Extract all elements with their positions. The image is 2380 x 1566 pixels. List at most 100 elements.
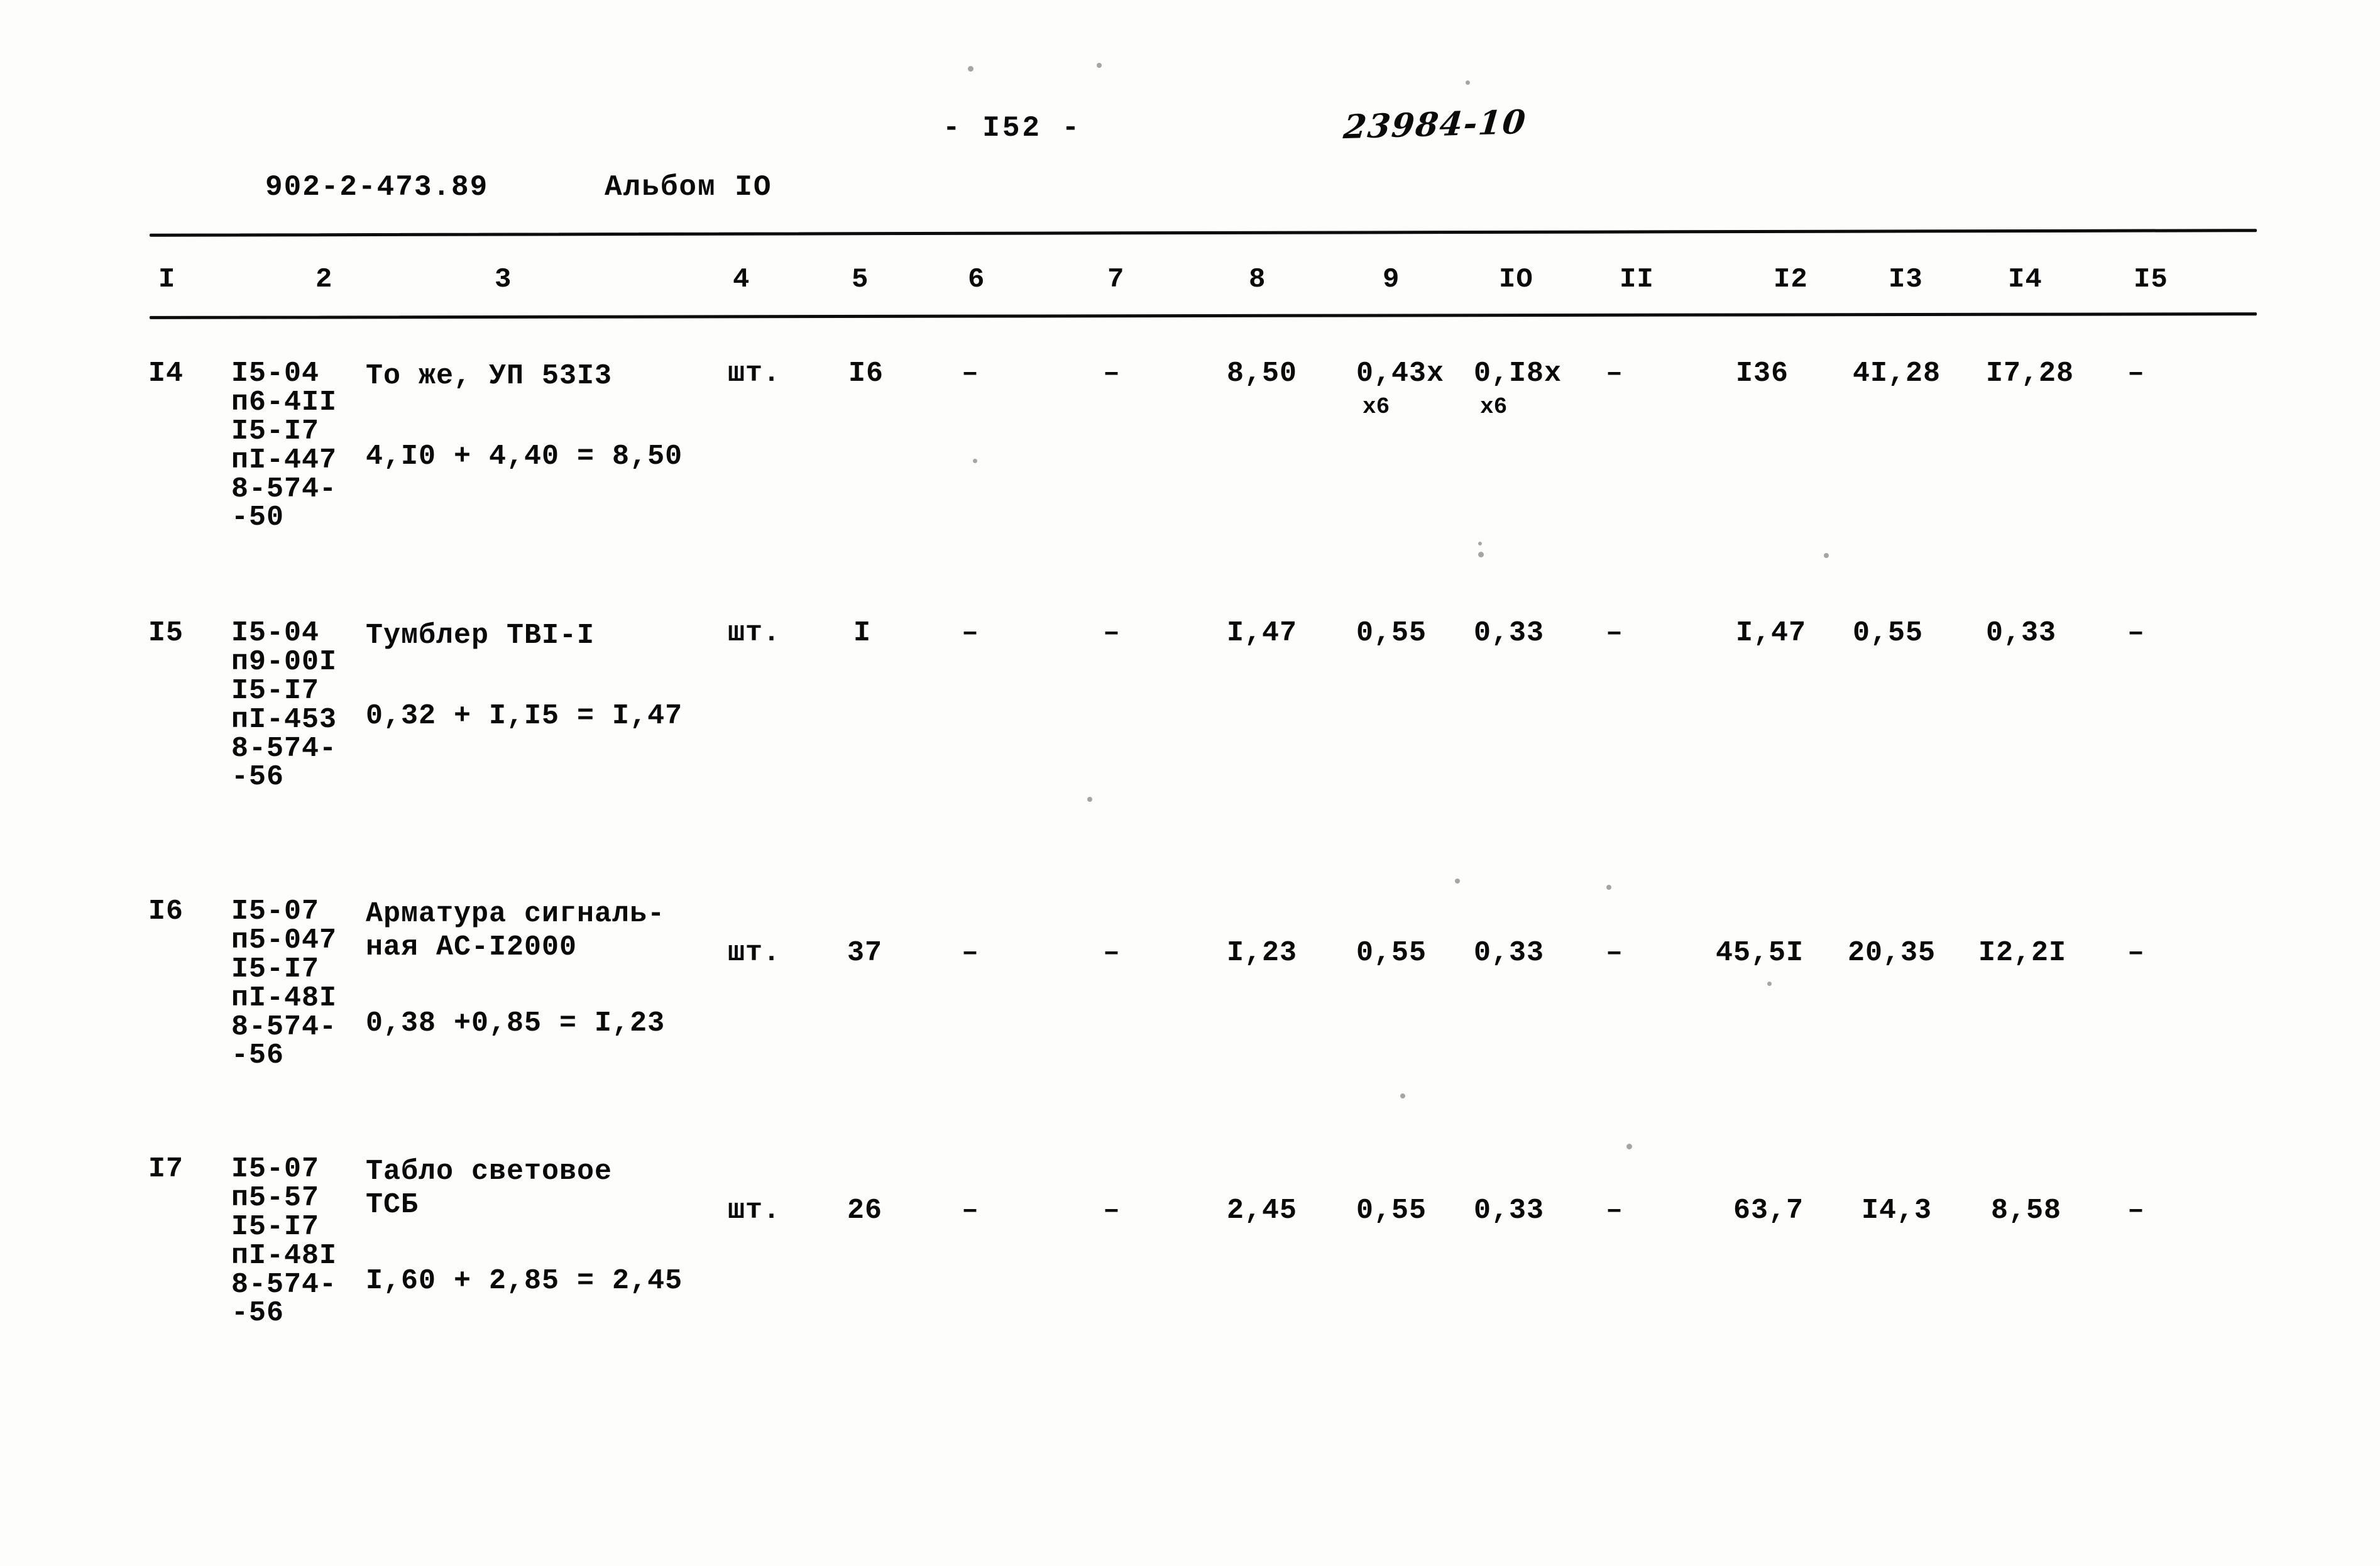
row-col12: I,47 <box>1736 617 1807 649</box>
row-col13: 20,35 <box>1848 937 1936 969</box>
scanned-document-page: - I52 - 23984-10 902-2-473.89 Альбом IO … <box>0 0 2380 1566</box>
column-header-1: I <box>158 264 176 295</box>
album-code: 902-2-473.89 <box>265 171 489 204</box>
page-number: - I52 - <box>943 112 1082 145</box>
row-col13: 4I,28 <box>1853 358 1941 390</box>
row-col6: – <box>962 937 979 969</box>
column-header-14: I4 <box>2008 264 2043 295</box>
scan-speckle <box>1824 553 1829 558</box>
row-col15: – <box>2127 937 2145 969</box>
row-col14: 8,58 <box>1991 1195 2062 1227</box>
row-number: I7 <box>148 1153 184 1185</box>
row-col7: – <box>1103 937 1121 969</box>
row-col7: – <box>1103 1195 1121 1227</box>
row-quantity: I6 <box>848 358 884 390</box>
row-number: I6 <box>148 895 184 928</box>
row-col15: – <box>2127 617 2145 649</box>
row-number: I4 <box>148 358 184 390</box>
row-col15: – <box>2127 358 2145 390</box>
row-number: I5 <box>148 617 184 649</box>
row-name: Арматура сигналь- ная АС-I2000 <box>366 898 666 964</box>
row-formula: 0,38 +0,85 = I,23 <box>366 1007 666 1039</box>
row-col9-multiplier: х6 <box>1363 394 1390 420</box>
column-header-13: I3 <box>1889 264 1923 295</box>
row-formula: 4,I0 + 4,40 = 8,50 <box>366 441 683 473</box>
column-header-7: 7 <box>1107 264 1125 295</box>
row-col11: – <box>1606 937 1623 969</box>
row-code: I5-07 п5-57 I5-I7 пI-48I 8-574- -56 <box>231 1153 337 1330</box>
column-header-5: 5 <box>852 264 869 295</box>
row-col11: – <box>1606 1195 1623 1227</box>
row-code: I5-04 п9-00I I5-I7 пI-453 8-574- -56 <box>231 617 337 794</box>
scan-speckle <box>1455 879 1460 884</box>
row-code: I5-04 п6-4II I5-I7 пI-447 8-574- -50 <box>231 358 337 534</box>
row-code: I5-07 п5-047 I5-I7 пI-48I 8-574- -56 <box>231 895 337 1072</box>
row-col14: I7,28 <box>1986 358 2075 390</box>
column-header-10: IO <box>1499 264 1533 295</box>
row-col9: 0,43х <box>1356 358 1445 390</box>
table-header-bottom-rule <box>149 312 2257 319</box>
row-col8: 2,45 <box>1227 1195 1298 1227</box>
column-header-9: 9 <box>1383 264 1400 295</box>
row-col10-multiplier: х6 <box>1480 394 1508 420</box>
column-header-2: 2 <box>315 264 333 295</box>
row-col6: – <box>962 1195 979 1227</box>
row-name: То же, УП 53I3 <box>366 360 613 392</box>
column-header-3: 3 <box>495 264 512 295</box>
row-col6: – <box>962 617 979 649</box>
row-quantity: I <box>853 617 872 649</box>
album-name: Альбом IO <box>605 171 772 204</box>
scan-speckle <box>1466 80 1470 85</box>
row-formula: I,60 + 2,85 = 2,45 <box>366 1265 683 1297</box>
row-col9: 0,55 <box>1356 617 1427 649</box>
row-col10: 0,33 <box>1474 1195 1545 1227</box>
scan-speckle <box>1478 542 1482 545</box>
column-header-4: 4 <box>733 264 750 295</box>
table-top-rule <box>149 229 2257 237</box>
column-header-8: 8 <box>1249 264 1266 295</box>
column-header-11: II <box>1620 264 1654 295</box>
row-quantity: 26 <box>847 1195 883 1227</box>
row-col9: 0,55 <box>1356 937 1427 969</box>
scan-speckle <box>973 459 977 463</box>
row-col12: I36 <box>1736 358 1789 390</box>
row-col13: I4,3 <box>1862 1195 1933 1227</box>
row-col7: – <box>1103 617 1121 649</box>
row-col14: 0,33 <box>1986 617 2057 649</box>
row-col14: I2,2I <box>1978 937 2067 969</box>
column-header-12: I2 <box>1774 264 1808 295</box>
row-col10: 0,33 <box>1474 937 1545 969</box>
column-header-15: I5 <box>2134 264 2168 295</box>
row-unit: шт. <box>728 937 781 969</box>
row-col15: – <box>2127 1195 2145 1227</box>
row-unit: шт. <box>728 1195 781 1227</box>
row-quantity: 37 <box>847 937 883 969</box>
scan-speckle <box>1087 797 1092 802</box>
row-col8: I,47 <box>1227 617 1298 649</box>
row-col11: – <box>1606 617 1623 649</box>
scan-speckle <box>1478 552 1484 557</box>
row-col6: – <box>962 358 979 390</box>
row-col12: 45,5I <box>1716 937 1804 969</box>
scan-speckle <box>1606 885 1611 890</box>
scan-speckle <box>1767 982 1772 986</box>
row-col10: 0,I8х <box>1474 358 1562 390</box>
scan-speckle <box>1400 1093 1405 1098</box>
row-col13: 0,55 <box>1853 617 1924 649</box>
row-unit: шт. <box>728 358 781 390</box>
row-col8: I,23 <box>1227 937 1298 969</box>
scan-speckle <box>1626 1144 1632 1149</box>
row-col8: 8,50 <box>1227 358 1298 390</box>
handwritten-reference-number: 23984-10 <box>1342 102 1528 147</box>
row-col12: 63,7 <box>1733 1195 1804 1227</box>
row-col10: 0,33 <box>1474 617 1545 649</box>
row-col9: 0,55 <box>1356 1195 1427 1227</box>
scan-speckle <box>968 66 973 72</box>
row-formula: 0,32 + I,I5 = I,47 <box>366 700 683 732</box>
row-name: Табло световое ТСБ <box>366 1156 613 1222</box>
row-unit: шт. <box>728 617 781 649</box>
row-col7: – <box>1103 358 1121 390</box>
row-col11: – <box>1606 358 1623 390</box>
row-name: Тумблер ТВI-I <box>366 620 595 652</box>
scan-speckle <box>1097 63 1102 68</box>
